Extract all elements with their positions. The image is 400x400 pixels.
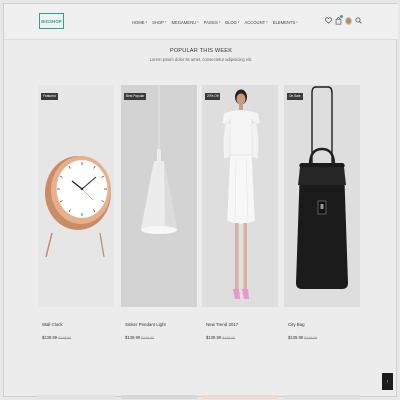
product-card-partial — [202, 395, 278, 399]
nav-elements[interactable]: ELEMENTS ▾ — [273, 20, 298, 25]
arrow-up-icon: ↑ — [386, 378, 389, 385]
nav-pages-label: PAGES — [203, 19, 218, 25]
search-icon[interactable] — [355, 16, 362, 25]
price-old: $149.00 — [141, 336, 155, 340]
product-card-partial — [121, 395, 197, 399]
product-price: $139.99$149.00 — [206, 335, 235, 340]
product-label: Best Popular — [124, 93, 147, 100]
product-price: $139.99$149.00 — [42, 335, 71, 340]
avatar[interactable] — [345, 16, 352, 25]
product-image[interactable]: Best Popular — [121, 85, 197, 307]
city-bag-image — [296, 86, 348, 289]
product-label: Featured — [41, 93, 58, 100]
chevron-down-icon: ▾ — [266, 20, 268, 24]
product-card-new-trend[interactable]: 20% Off New Trend 2017 $139.99$149.00 — [202, 85, 278, 353]
page-frame: BIGSHOP HOME ▾ SHOP ▾ MEGAMENU ▾ PAGES ▾ BLO… — [3, 3, 398, 399]
price-current: $139.99 — [42, 335, 58, 340]
price-old: $149.00 — [304, 336, 318, 340]
product-name[interactable]: New Trend 2017 — [206, 322, 238, 327]
chevron-down-icon: ▾ — [145, 20, 148, 24]
site-header: BIGSHOP HOME ▾ SHOP ▾ MEGAMENU ▾ PAGES ▾ BLO… — [4, 4, 398, 40]
product-card-wall-clock[interactable]: Featured Wall Clock $139.99$149.00 — [38, 85, 114, 353]
nav-account[interactable]: ACCOUNT ▾ — [244, 20, 267, 25]
product-label: On Sale — [287, 93, 303, 100]
nav-megamenu[interactable]: MEGAMENU ▾ — [171, 20, 198, 25]
nav-shop[interactable]: SHOP ▾ — [152, 20, 166, 25]
logo[interactable]: BIGSHOP — [39, 13, 64, 29]
heart-icon[interactable] — [325, 16, 332, 25]
price-current: $139.99 — [288, 335, 304, 340]
product-image[interactable]: Featured — [38, 85, 114, 307]
nav-pages[interactable]: PAGES ▾ — [204, 20, 221, 25]
section-subtitle: Lorem ipsum dolor sit amet, consectetur … — [149, 57, 253, 62]
section-title: POPULAR THIS WEEK — [169, 48, 233, 54]
chevron-down-icon: ▾ — [237, 20, 240, 24]
cart-count-badge — [340, 15, 343, 18]
price-old: $149.00 — [58, 336, 72, 340]
product-card-city-bag[interactable]: On Sale City Bag $139.99$149.00 — [284, 85, 360, 353]
price-old: $149.00 — [222, 336, 236, 340]
nav-megamenu-label: MEGAMENU — [171, 19, 197, 25]
nav-blog-label: BLOG — [225, 19, 237, 25]
nav-home[interactable]: HOME ▾ — [132, 20, 147, 25]
product-card-pendant-light[interactable]: Best Popular Sinker Pendant Light $139.9… — [121, 85, 197, 353]
wall-clock-image — [45, 156, 111, 258]
nav-elements-label: ELEMENTS — [272, 19, 296, 25]
product-card-partial — [38, 395, 114, 399]
nav-blog[interactable]: BLOG ▾ — [225, 20, 239, 25]
product-label: 20% Off — [205, 93, 221, 100]
pendant-light-image — [141, 85, 177, 234]
product-name[interactable]: Sinker Pendant Light — [125, 322, 166, 327]
bag-icon[interactable] — [335, 15, 343, 25]
main-nav: HOME ▾ SHOP ▾ MEGAMENU ▾ PAGES ▾ BLOG ▾ ACCOU… — [132, 17, 298, 27]
chevron-down-icon: ▾ — [296, 20, 298, 24]
product-card-partial — [284, 395, 360, 399]
product-name[interactable]: City Bag — [288, 322, 305, 327]
price-current: $139.99 — [125, 335, 141, 340]
product-price: $139.99$149.00 — [125, 335, 154, 340]
product-price: $139.99$149.00 — [288, 335, 317, 340]
scroll-to-top-button[interactable]: ↑ — [382, 373, 393, 390]
product-image[interactable]: 20% Off — [202, 85, 278, 307]
product-image[interactable]: On Sale — [284, 85, 360, 307]
price-current: $139.99 — [206, 335, 222, 340]
nav-account-label: ACCOUNT — [244, 19, 266, 25]
chevron-down-icon: ▾ — [197, 20, 199, 24]
chevron-down-icon: ▾ — [218, 20, 221, 24]
product-name[interactable]: Wall Clock — [42, 322, 63, 327]
dress-model-image — [221, 89, 261, 299]
header-icons — [325, 15, 362, 25]
nav-home-label: HOME — [132, 19, 145, 25]
nav-shop-label: SHOP — [152, 19, 164, 25]
chevron-down-icon: ▾ — [164, 20, 167, 24]
